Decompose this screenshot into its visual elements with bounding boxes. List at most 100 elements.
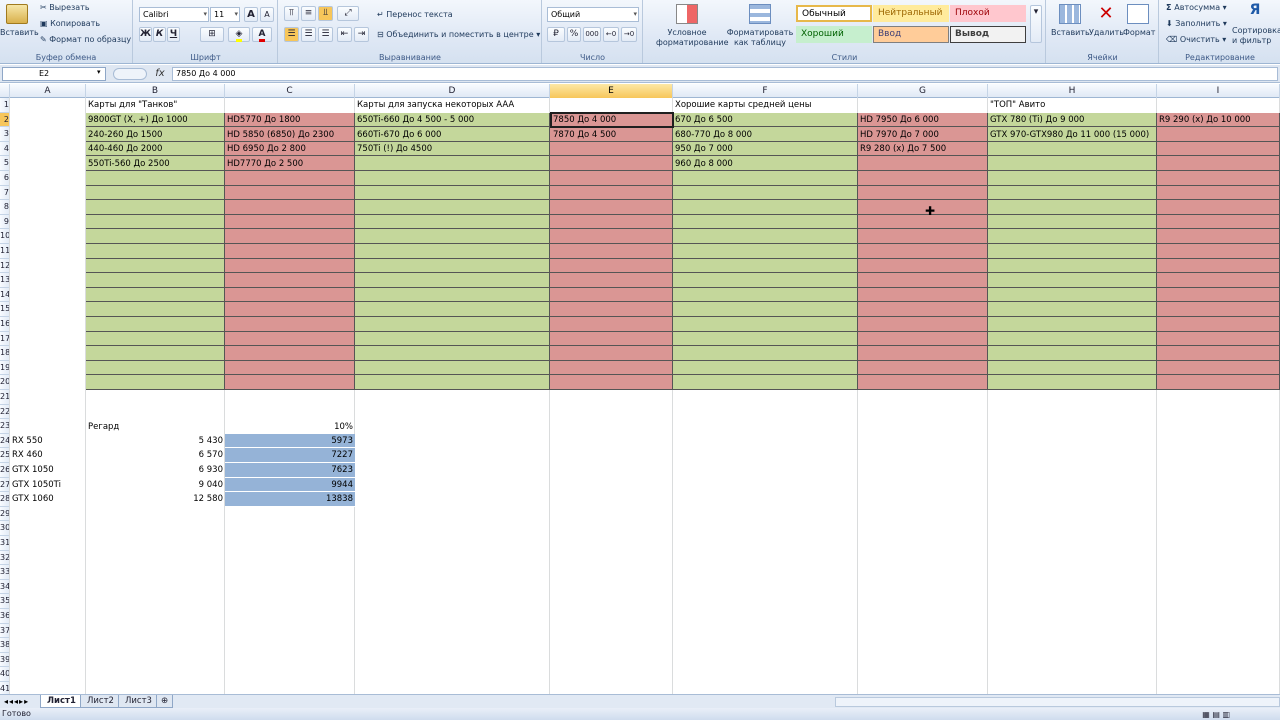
fill-i3[interactable] (1157, 127, 1280, 142)
cell-e2[interactable]: 7850 До 4 000 (551, 113, 616, 127)
worksheet-grid[interactable]: ABCDEFGHI 1 2 3 4 5 6 7 8 9 10 11 12 13 14 15 16 17 18 19 2… (0, 84, 1280, 694)
fill-i11[interactable] (1157, 244, 1280, 259)
fill-g12[interactable] (858, 258, 988, 274)
clear-button[interactable]: ⌫ Очистить ▾ (1166, 35, 1226, 45)
fill-d19[interactable] (355, 360, 550, 376)
fill-b8[interactable] (86, 200, 225, 215)
fill-i6[interactable] (1157, 171, 1280, 186)
regard-item-price[interactable]: 12 580 (86, 492, 225, 506)
fill-i5[interactable] (1157, 156, 1280, 171)
fill-h18[interactable] (988, 346, 1157, 361)
fill-b11[interactable] (86, 244, 225, 259)
sort-filter-button[interactable]: Сортировка и фильтр (1232, 26, 1280, 46)
fill-i12[interactable] (1157, 258, 1280, 274)
column-header-i[interactable]: I (1157, 84, 1280, 98)
grow-font-button[interactable]: A (244, 7, 258, 22)
fill-h17[interactable] (988, 331, 1157, 347)
fill-g14[interactable] (858, 287, 988, 303)
format-cells-button[interactable]: Формат (1123, 28, 1155, 38)
fill-g6[interactable] (858, 171, 988, 186)
fill-g20[interactable] (858, 375, 988, 390)
fill-c15[interactable] (225, 302, 355, 317)
fill-b10[interactable] (86, 229, 225, 244)
fill-e13[interactable] (550, 273, 673, 288)
cell-c5[interactable]: HD7770 До 2 500 (225, 157, 303, 171)
view-buttons-icon[interactable]: ▦ ▤ ▥ (1202, 709, 1230, 720)
fill-h13[interactable] (988, 273, 1157, 288)
style-normal[interactable]: Обычный (796, 5, 872, 22)
regard-item-plus10[interactable]: 7227 (225, 448, 355, 463)
column-header-g[interactable]: G (858, 84, 988, 98)
cell-f2[interactable]: 670 До 6 500 (673, 113, 733, 127)
fill-e9[interactable] (550, 214, 673, 230)
cell-c23[interactable]: 10% (225, 420, 355, 434)
fill-c19[interactable] (225, 360, 355, 376)
style-bad[interactable]: Плохой (950, 5, 1026, 22)
cell-g2[interactable]: HD 7950 До 6 000 (858, 113, 939, 127)
regard-item-price[interactable]: 6 930 (86, 463, 225, 477)
fill-b17[interactable] (86, 331, 225, 347)
fill-f8[interactable] (673, 200, 858, 215)
fill-b14[interactable] (86, 287, 225, 303)
fill-h19[interactable] (988, 360, 1157, 376)
fill-i15[interactable] (1157, 302, 1280, 317)
fill-b13[interactable] (86, 273, 225, 288)
fill-g16[interactable] (858, 317, 988, 332)
fill-d13[interactable] (355, 273, 550, 288)
column-header-h[interactable]: H (988, 84, 1157, 98)
align-bottom-button[interactable]: ⫫ (318, 6, 333, 21)
regard-item-plus10[interactable]: 13838 (225, 492, 355, 507)
font-name-select[interactable]: Calibri ▾ (139, 7, 209, 22)
fill-c10[interactable] (225, 229, 355, 244)
cell-b23[interactable]: Регард (86, 420, 119, 434)
fill-i20[interactable] (1157, 375, 1280, 390)
regard-item-price[interactable]: 6 570 (86, 448, 225, 462)
regard-item-price[interactable]: 9 040 (86, 478, 225, 492)
fill-h5[interactable] (988, 156, 1157, 171)
regard-item-name[interactable]: RX 550 (10, 434, 43, 448)
fill-d16[interactable] (355, 317, 550, 332)
cut-button[interactable]: ✂ Вырезать (40, 3, 90, 13)
fill-h16[interactable] (988, 317, 1157, 332)
style-input[interactable]: Ввод (873, 26, 949, 43)
fill-g9[interactable] (858, 214, 988, 230)
style-good[interactable]: Хороший (796, 26, 872, 43)
regard-item-plus10[interactable]: 9944 (225, 477, 355, 493)
wrap-text-button[interactable]: ↵ Перенос текста (377, 10, 453, 20)
style-output[interactable]: Вывод (950, 26, 1026, 43)
format-as-table-button[interactable]: Форматировать как таблицу (726, 28, 794, 48)
fill-f13[interactable] (673, 273, 858, 288)
fill-e14[interactable] (550, 287, 673, 303)
fill-d14[interactable] (355, 287, 550, 303)
fill-i16[interactable] (1157, 317, 1280, 332)
align-middle-button[interactable]: ≡ (301, 6, 316, 21)
align-center-button[interactable]: ☰ (301, 27, 316, 42)
bold-button[interactable]: Ж (139, 27, 152, 42)
fill-h10[interactable] (988, 229, 1157, 244)
cell-f4[interactable]: 950 До 7 000 (673, 142, 733, 156)
cell-g3[interactable]: HD 7970 До 7 000 (858, 128, 939, 142)
cell-d3[interactable]: 660Ti-670 До 6 000 (355, 128, 441, 142)
cell-f5[interactable]: 960 До 8 000 (673, 157, 733, 171)
tab-sheet2[interactable]: Лист2 (80, 695, 121, 708)
cell-d2[interactable]: 650Ti-660 До 4 500 - 5 000 (355, 113, 474, 127)
fill-d18[interactable] (355, 346, 550, 361)
fill-e6[interactable] (550, 171, 673, 186)
fill-h8[interactable] (988, 200, 1157, 215)
fill-f12[interactable] (673, 258, 858, 274)
cell-d4[interactable]: 750Ti (!) До 4500 (355, 142, 432, 156)
cell-b5[interactable]: 550Ti-560 До 2500 (86, 157, 170, 171)
fill-d20[interactable] (355, 375, 550, 390)
fill-c6[interactable] (225, 171, 355, 186)
fill-i4[interactable] (1157, 141, 1280, 157)
fill-d11[interactable] (355, 244, 550, 259)
regard-item-plus10[interactable]: 5973 (225, 433, 355, 449)
fill-h12[interactable] (988, 258, 1157, 274)
fill-f18[interactable] (673, 346, 858, 361)
fill-c14[interactable] (225, 287, 355, 303)
fill-h4[interactable] (988, 141, 1157, 157)
cell-g4[interactable]: R9 280 (x) До 7 500 (858, 142, 946, 156)
fill-g17[interactable] (858, 331, 988, 347)
fill-b16[interactable] (86, 317, 225, 332)
regard-item-name[interactable]: GTX 1050Ti (10, 478, 61, 492)
